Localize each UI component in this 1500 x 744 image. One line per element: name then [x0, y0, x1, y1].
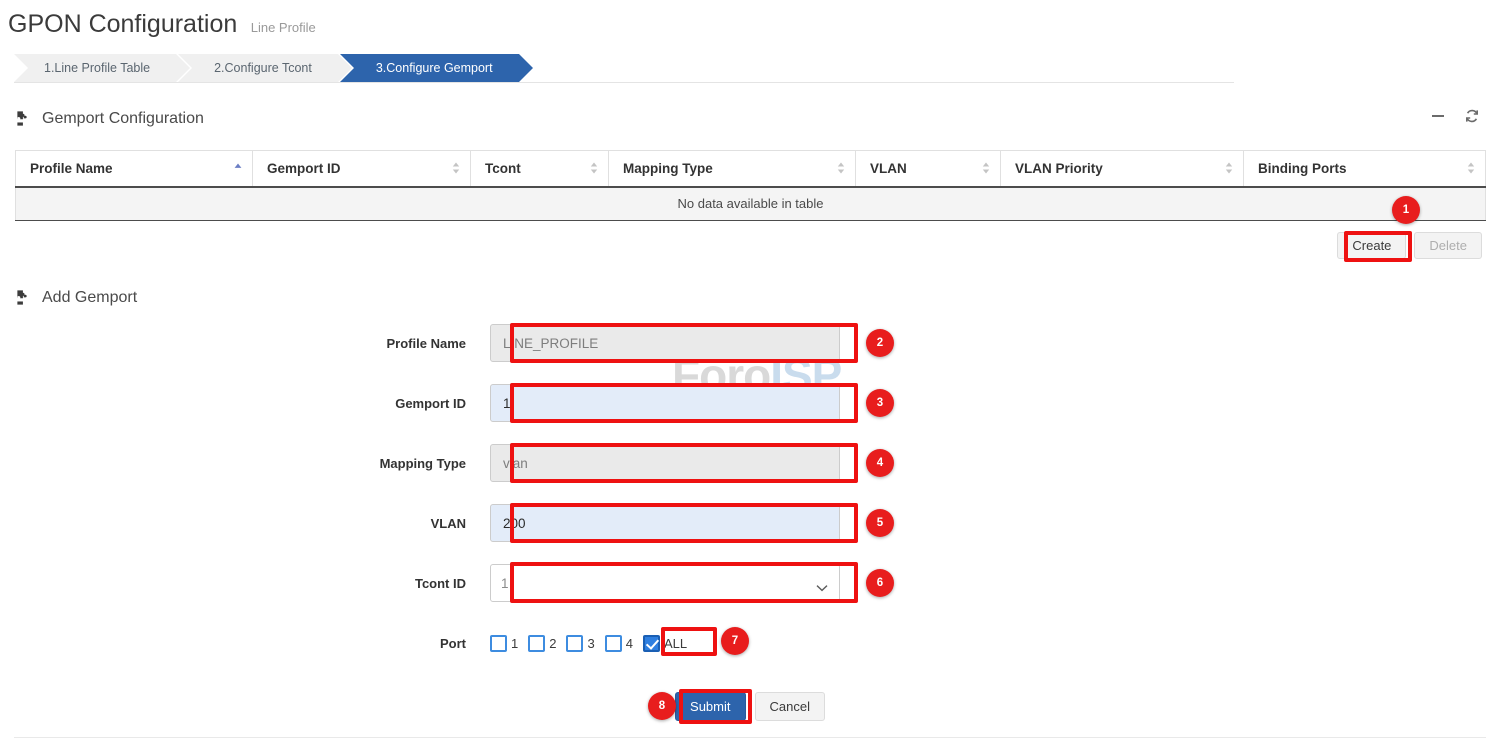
add-gemport-title: Add Gemport: [42, 289, 137, 307]
port-checkbox-3-label: 3: [587, 636, 594, 651]
sort-none-icon: [1467, 162, 1475, 175]
column-label: VLAN Priority: [1015, 161, 1103, 176]
mapping-type-control: [490, 444, 840, 482]
column-label: VLAN: [870, 161, 907, 176]
step-configure-tcont[interactable]: 2.Configure Tcont: [178, 54, 338, 82]
port-checkbox-1[interactable]: [490, 635, 507, 652]
port-checkbox-1-label: 1: [511, 636, 518, 651]
page-subtitle: Line Profile: [251, 20, 316, 35]
stepper: 1.Line Profile Table 2.Configure Tcont 3…: [14, 54, 521, 82]
gemport-id-label: Gemport ID: [0, 396, 490, 411]
refresh-icon[interactable]: [1464, 108, 1480, 124]
step-line-profile-table[interactable]: 1.Line Profile Table: [14, 54, 176, 82]
form-buttons: Submit Cancel: [0, 692, 1500, 721]
add-gemport-header: Add Gemport: [15, 288, 137, 307]
vlan-control: [490, 504, 840, 542]
table-empty-message: No data available in table: [16, 187, 1486, 221]
column-label: Binding Ports: [1258, 161, 1347, 176]
add-gemport-form: Profile Name Gemport ID Mapping Type VLA…: [0, 322, 1500, 682]
annotation-badge-3: 3: [866, 389, 894, 417]
field-row-vlan: VLAN: [0, 502, 1500, 544]
profile-name-input[interactable]: [490, 324, 840, 362]
sort-none-icon: [590, 162, 598, 175]
port-checkbox-2-label: 2: [549, 636, 556, 651]
gemport-id-input[interactable]: [490, 384, 840, 422]
field-row-mapping-type: Mapping Type: [0, 442, 1500, 484]
delete-button[interactable]: Delete: [1414, 232, 1482, 259]
minus-icon[interactable]: [1430, 108, 1446, 124]
annotation-badge-5: 5: [866, 509, 894, 537]
puzzle-piece-icon: [15, 109, 34, 128]
vlan-label: VLAN: [0, 516, 490, 531]
page-header: GPON Configuration Line Profile: [8, 10, 316, 39]
port-checkbox-all[interactable]: [643, 635, 660, 652]
profile-name-label: Profile Name: [0, 336, 490, 351]
annotation-badge-1: 1: [1392, 196, 1420, 224]
column-gemport-id[interactable]: Gemport ID: [253, 151, 471, 187]
sort-none-icon: [837, 162, 845, 175]
stepper-divider: [14, 82, 1234, 83]
page-title: GPON Configuration: [8, 10, 237, 39]
annotation-badge-8: 8: [648, 692, 676, 720]
port-checkbox-1-wrap: 1: [490, 635, 525, 652]
table-actions: Create Delete: [1337, 232, 1482, 259]
port-checkbox-group: 1 2 3 4 ALL: [490, 635, 840, 652]
sort-none-icon: [452, 162, 460, 175]
column-tcont[interactable]: Tcont: [471, 151, 609, 187]
puzzle-piece-icon: [15, 288, 34, 307]
gemport-configuration-title: Gemport Configuration: [42, 110, 204, 128]
panel-controls: [1430, 108, 1480, 124]
field-row-port: Port 1 2 3: [0, 622, 1500, 664]
sort-none-icon: [1225, 162, 1233, 175]
port-checkbox-3-wrap: 3: [566, 635, 601, 652]
vlan-input[interactable]: [490, 504, 840, 542]
port-checkbox-all-wrap: ALL: [643, 635, 694, 652]
step-configure-gemport[interactable]: 3.Configure Gemport: [340, 54, 519, 82]
tcont-id-control: 1: [490, 564, 840, 602]
port-checkbox-4-label: 4: [626, 636, 633, 651]
gemport-id-control: [490, 384, 840, 422]
annotation-badge-2: 2: [866, 329, 894, 357]
port-checkbox-4[interactable]: [605, 635, 622, 652]
column-label: Profile Name: [30, 161, 113, 176]
submit-button[interactable]: Submit: [675, 692, 745, 721]
sort-none-icon: [982, 162, 990, 175]
gemport-table: Profile Name Gemport ID Tcont: [15, 150, 1485, 221]
mapping-type-input[interactable]: [490, 444, 840, 482]
field-row-gemport-id: Gemport ID: [0, 382, 1500, 424]
table-header-row: Profile Name Gemport ID Tcont: [16, 151, 1486, 187]
gemport-configuration-header: Gemport Configuration: [15, 109, 204, 128]
mapping-type-label: Mapping Type: [0, 456, 490, 471]
column-vlan-priority[interactable]: VLAN Priority: [1001, 151, 1244, 187]
sort-asc-icon: [234, 162, 242, 175]
cancel-button[interactable]: Cancel: [755, 692, 825, 721]
column-mapping-type[interactable]: Mapping Type: [609, 151, 856, 187]
column-label: Gemport ID: [267, 161, 341, 176]
column-vlan[interactable]: VLAN: [856, 151, 1001, 187]
profile-name-control: [490, 324, 840, 362]
annotation-badge-6: 6: [866, 569, 894, 597]
port-control: 1 2 3 4 ALL: [490, 635, 840, 652]
port-checkbox-2[interactable]: [528, 635, 545, 652]
annotation-badge-4: 4: [866, 449, 894, 477]
column-label: Mapping Type: [623, 161, 713, 176]
field-row-profile-name: Profile Name: [0, 322, 1500, 364]
tcont-id-label: Tcont ID: [0, 576, 490, 591]
port-checkbox-3[interactable]: [566, 635, 583, 652]
annotation-badge-7: 7: [721, 627, 749, 655]
footer-divider: [14, 737, 1486, 738]
column-profile-name[interactable]: Profile Name: [16, 151, 253, 187]
field-row-tcont-id: Tcont ID 1: [0, 562, 1500, 604]
tcont-id-select[interactable]: 1: [490, 564, 840, 602]
port-checkbox-2-wrap: 2: [528, 635, 563, 652]
column-label: Tcont: [485, 161, 521, 176]
create-button[interactable]: Create: [1337, 232, 1406, 259]
column-binding-ports[interactable]: Binding Ports: [1244, 151, 1486, 187]
table-row: No data available in table: [16, 187, 1486, 221]
port-checkbox-4-wrap: 4: [605, 635, 640, 652]
port-checkbox-all-label: ALL: [664, 636, 687, 651]
port-label: Port: [0, 636, 490, 651]
gpon-configuration-page: ForoISP GPON Configuration Line Profile …: [0, 0, 1500, 744]
